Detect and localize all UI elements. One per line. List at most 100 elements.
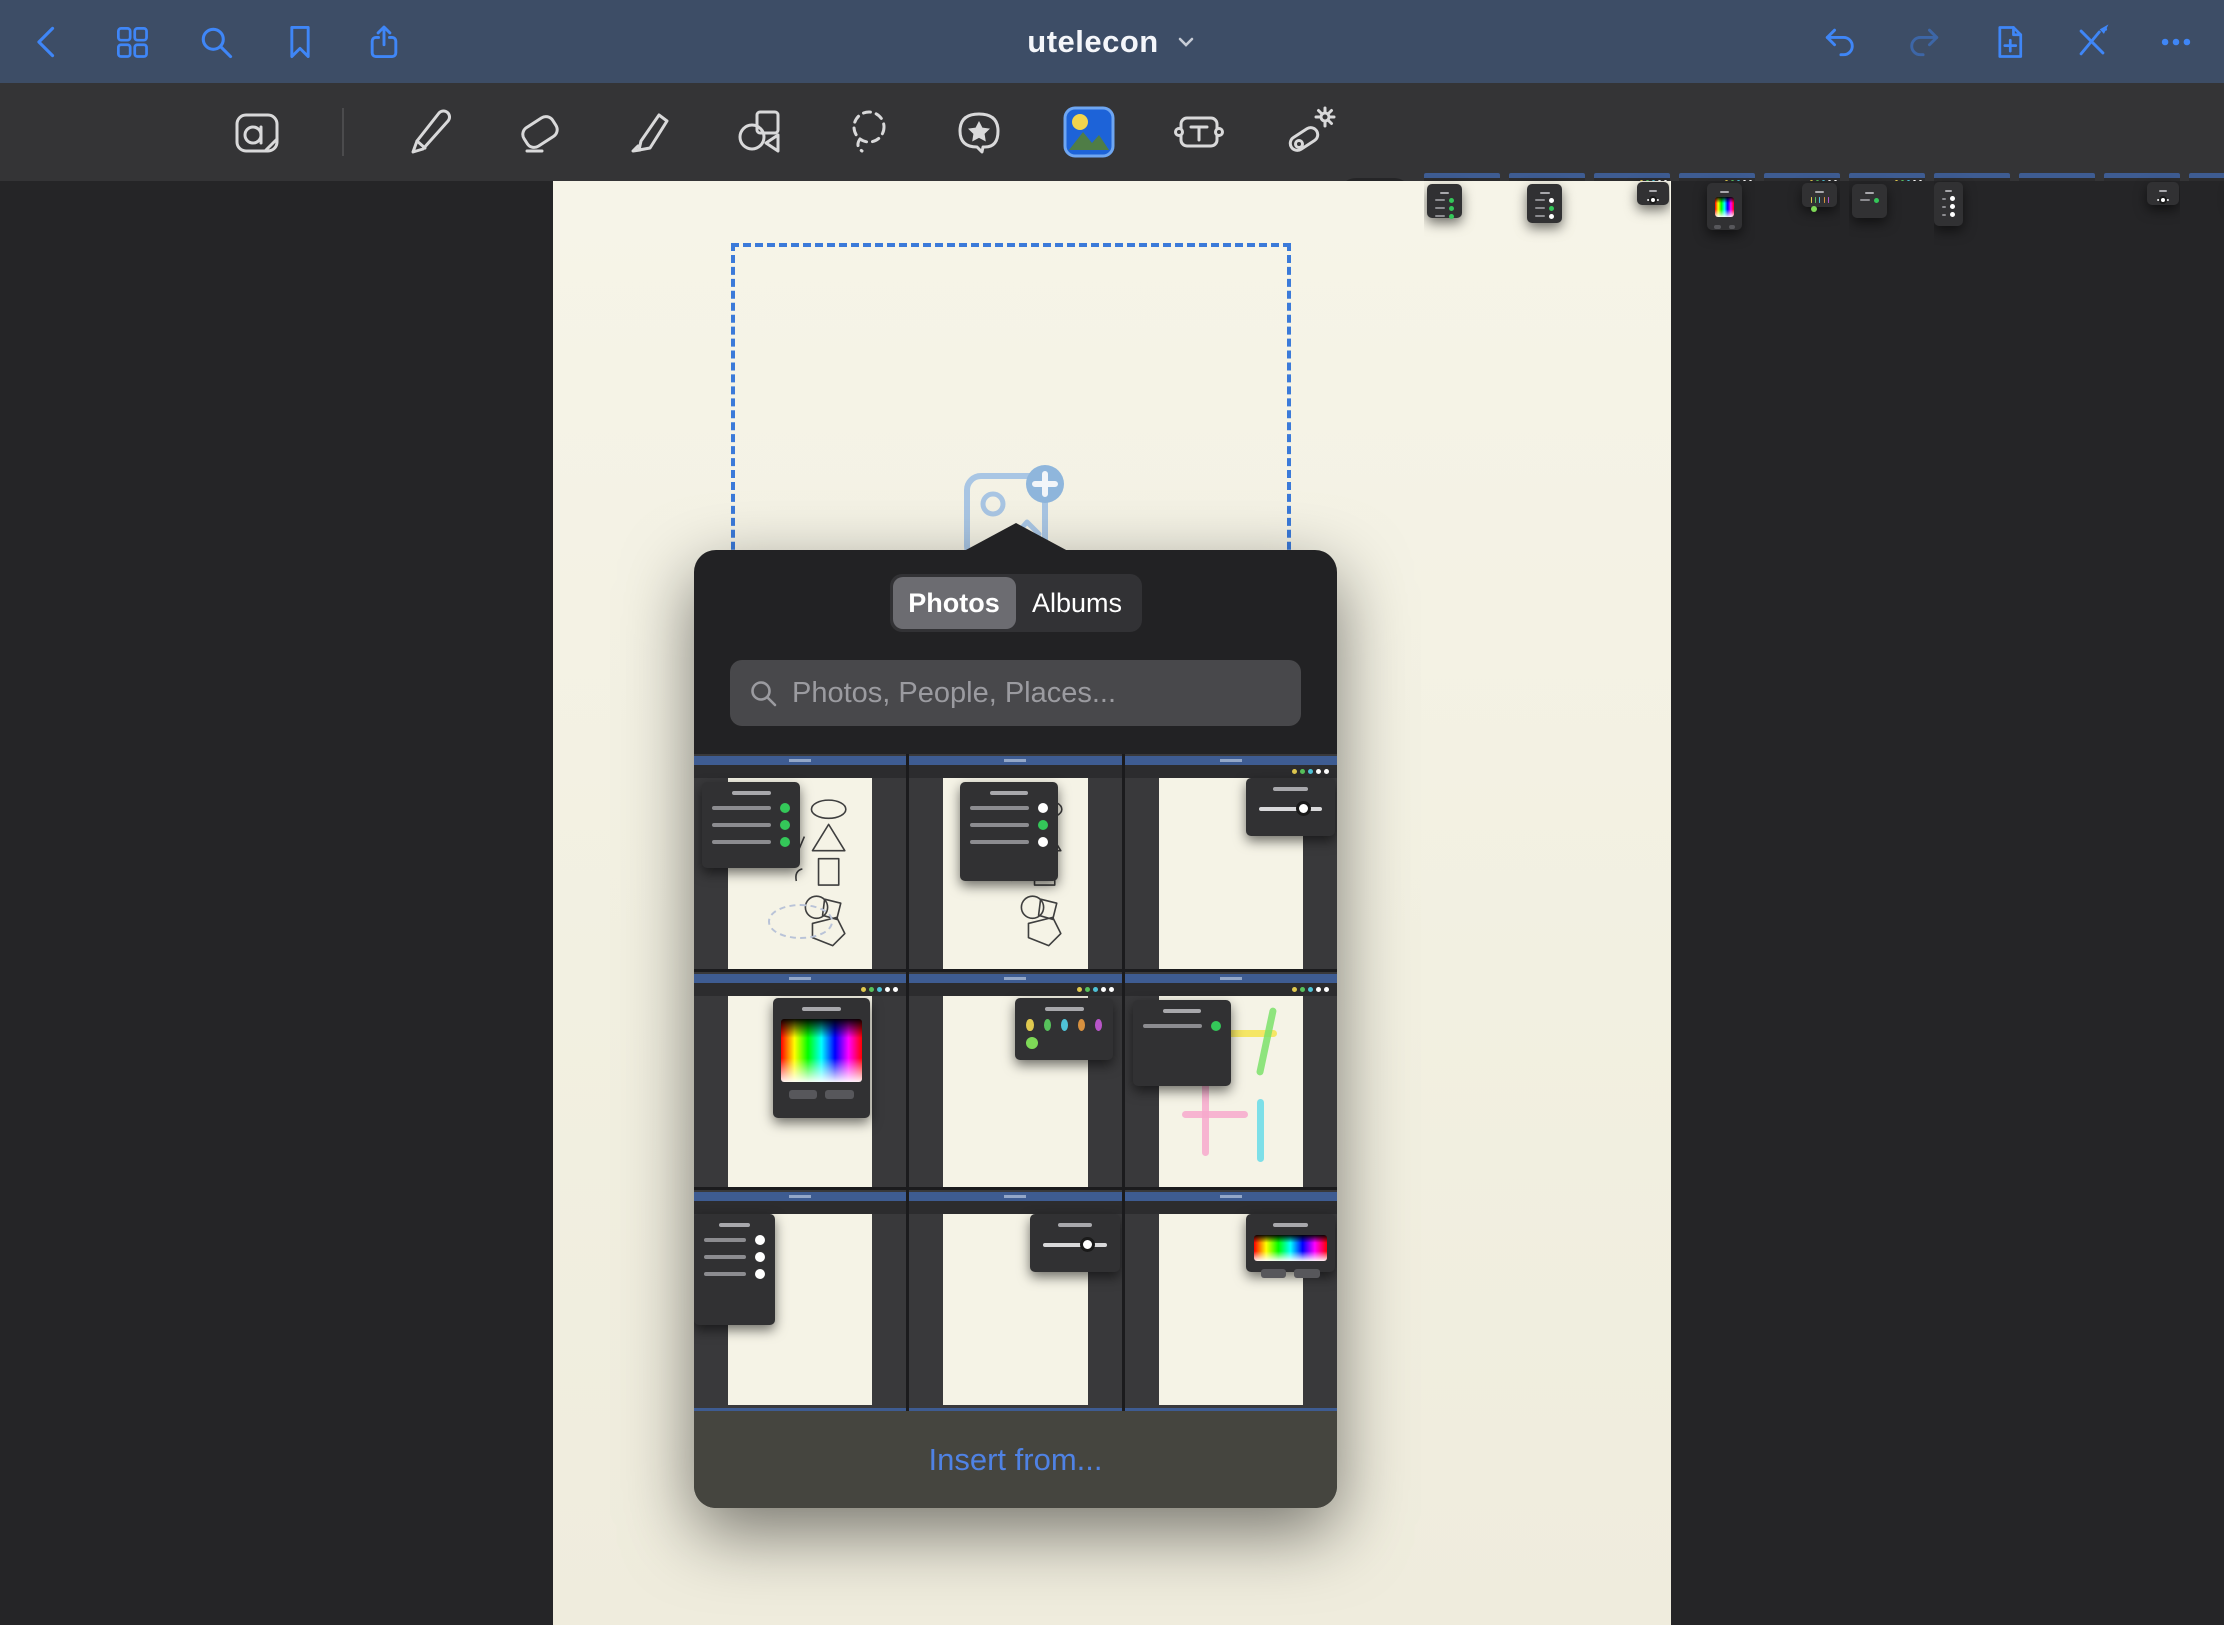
- mini-toggle: [1038, 820, 1048, 830]
- mini-menu-title: [990, 791, 1028, 795]
- mini-titlebar: [909, 756, 1121, 765]
- mini-color-row: [1026, 1019, 1102, 1031]
- photo-thumbnail-shape-menu[interactable]: [909, 754, 1121, 969]
- tool-image[interactable]: [1060, 103, 1118, 161]
- mini-color-row: [1026, 1037, 1102, 1049]
- search-button[interactable]: [194, 20, 238, 64]
- tool-shapes[interactable]: [730, 103, 788, 161]
- mini-menu-title: [1815, 191, 1825, 193]
- mini-color-dot: [1292, 769, 1297, 774]
- mini-menu-row: [1860, 198, 1879, 203]
- mini-button: [825, 1090, 853, 1099]
- redo-icon: [1904, 22, 1944, 62]
- mini-menu-title: [1045, 1007, 1083, 1011]
- document-title[interactable]: utelecon: [1027, 24, 1158, 60]
- mini-menu-label: [704, 1272, 746, 1276]
- mini-title-text: [1004, 1195, 1026, 1198]
- more-button[interactable]: [2154, 20, 2198, 64]
- mini-title-text: [1220, 1195, 1242, 1198]
- mini-color-dot: [1292, 987, 1297, 992]
- insert-from-bar[interactable]: Insert from...: [694, 1411, 1337, 1508]
- pen-icon: [401, 104, 457, 160]
- add-page-button[interactable]: [1986, 20, 2030, 64]
- photo-thumbnail-eraser-options[interactable]: [694, 1190, 906, 1405]
- mini-menu-label: [1435, 215, 1445, 217]
- mini-slider-knob: [1080, 1237, 1095, 1252]
- mini-toggle: [1038, 837, 1048, 847]
- mini-menu-row: [1942, 212, 1955, 217]
- mini-titlebar: [1125, 974, 1337, 983]
- mini-menu-title: [1163, 1009, 1201, 1013]
- mini-menu-row: [704, 1235, 765, 1245]
- mini-color-row: [1811, 197, 1828, 203]
- photo-grid: [694, 754, 1337, 1405]
- stop-editing-button[interactable]: [2070, 20, 2114, 64]
- mini-menu-title: [1865, 192, 1875, 194]
- tool-highlighter[interactable]: [620, 103, 678, 161]
- mini-color-dot: [885, 987, 890, 992]
- tool-elements[interactable]: [950, 103, 1008, 161]
- mini-menu-row: [1143, 1021, 1221, 1031]
- tool-zoom-window[interactable]: [228, 103, 286, 161]
- mini-menu-label: [704, 1255, 746, 1259]
- mini-menu-label: [1143, 1024, 1202, 1028]
- add-page-icon: [1988, 22, 2028, 62]
- bookmarks-button[interactable]: [278, 20, 322, 64]
- photos-search-input[interactable]: [790, 676, 1283, 711]
- mini-menu-row: [1535, 206, 1554, 211]
- mini-menu-label: [1535, 215, 1545, 217]
- photo-thumbnail-highlighter-color-spectrum[interactable]: [694, 972, 906, 1187]
- photo-thumbnail-highlighter-thickness[interactable]: [1125, 754, 1337, 969]
- mini-menu-row: [704, 1269, 765, 1279]
- mini-menu-label: [970, 806, 1029, 810]
- photos-search-field[interactable]: [730, 660, 1301, 726]
- photo-thumbnail-highlighter-color-dots[interactable]: [909, 972, 1121, 1187]
- insert-from-label: Insert from...: [929, 1442, 1103, 1478]
- mini-button: [1261, 1269, 1287, 1278]
- mini-menu-title: [1273, 1223, 1308, 1227]
- photo-thumbnail-pen-thickness[interactable]: [909, 1190, 1121, 1405]
- share-button[interactable]: [362, 20, 406, 64]
- mini-toggle: [1449, 206, 1454, 211]
- mini-toggle: [1950, 196, 1955, 201]
- mini-menu-title: [1440, 192, 1450, 194]
- lasso-icon: [841, 104, 897, 160]
- image-icon: [1061, 104, 1117, 160]
- undo-icon: [1820, 22, 1860, 62]
- mini-color-dot: [1324, 769, 1329, 774]
- mini-button-row: [1253, 1269, 1328, 1278]
- tool-laser-pointer[interactable]: [1280, 103, 1338, 161]
- elements-icon: [951, 104, 1007, 160]
- mini-menu-row: [712, 803, 790, 813]
- tool-lasso[interactable]: [840, 103, 898, 161]
- mini-slider: [1259, 807, 1322, 811]
- tool-eraser[interactable]: [510, 103, 568, 161]
- undo-button[interactable]: [1818, 20, 1862, 64]
- mini-toolbar: [909, 765, 1121, 778]
- mini-button: [1714, 225, 1720, 229]
- navbar-left-group: [26, 20, 406, 64]
- mini-color-dot: [869, 987, 874, 992]
- tab-photos[interactable]: Photos: [893, 577, 1016, 629]
- redo-button[interactable]: [1902, 20, 1946, 64]
- tool-pen[interactable]: [400, 103, 458, 161]
- back-button[interactable]: [26, 20, 70, 64]
- mini-title-text: [789, 759, 811, 762]
- mini-button-row: [1714, 225, 1735, 229]
- mini-menu-title: [1720, 191, 1730, 193]
- photo-thumbnail-highlighter-straight-line[interactable]: [1125, 972, 1337, 1187]
- mini-toggle: [755, 1235, 765, 1245]
- pages-overview-button[interactable]: [110, 20, 154, 64]
- mini-color-dot: [1109, 987, 1114, 992]
- mini-popup-menu: [773, 998, 871, 1118]
- tool-text[interactable]: [1170, 103, 1228, 161]
- navigation-bar: utelecon: [0, 0, 2224, 83]
- mini-titlebar: [1125, 756, 1337, 765]
- photo-thumbnail-pen-color-spectrum[interactable]: [1125, 1190, 1337, 1405]
- mini-color-dot: [861, 987, 866, 992]
- tools-group: [228, 103, 1338, 161]
- tab-albums[interactable]: Albums: [1016, 577, 1139, 629]
- text-icon: [1171, 104, 1227, 160]
- mini-slider-knob: [1649, 196, 1657, 204]
- photo-thumbnail-lasso-menu[interactable]: [694, 754, 906, 969]
